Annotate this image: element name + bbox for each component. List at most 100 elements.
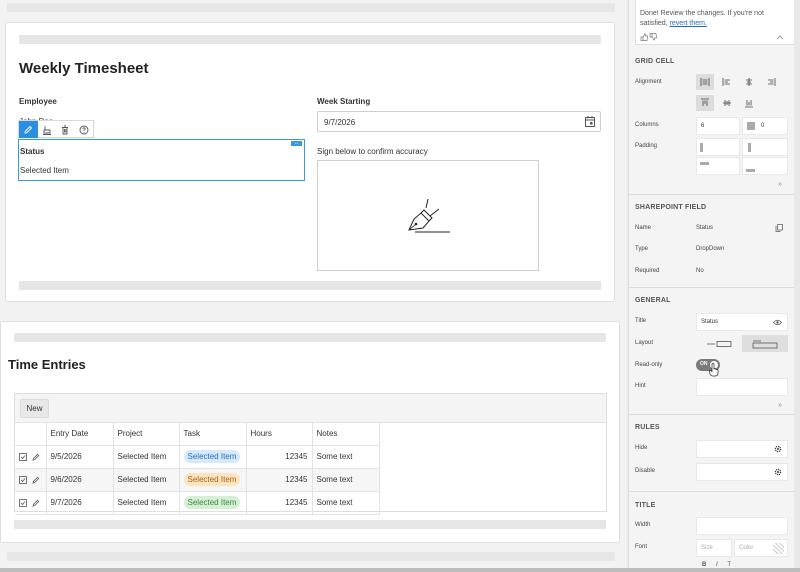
panel-scrollbar[interactable] — [794, 0, 800, 572]
chevron-down-icon[interactable]: » — [778, 181, 782, 188]
align-right-icon — [768, 78, 776, 86]
padding-right-input[interactable] — [742, 138, 788, 156]
revert-link[interactable]: revert them. — [670, 20, 707, 27]
hand-cursor-icon — [709, 363, 719, 377]
align-justify-button[interactable] — [696, 74, 714, 90]
title-width-input[interactable] — [696, 517, 788, 535]
edit-button[interactable] — [19, 121, 38, 138]
checkbox-icon[interactable] — [19, 475, 27, 484]
bottom-placeholder-bar — [7, 552, 615, 561]
hide-label: Hide — [635, 445, 648, 451]
copy-icon[interactable] — [775, 224, 783, 232]
offset-input[interactable]: 0 — [742, 117, 788, 135]
row-actions — [15, 468, 47, 492]
column-header[interactable]: Task — [179, 423, 247, 446]
feedback-icons[interactable] — [640, 33, 658, 41]
chevron-down-icon[interactable]: » — [778, 402, 782, 409]
eye-icon[interactable] — [773, 319, 782, 326]
align-left-button[interactable] — [718, 74, 736, 90]
assistant-message: Done! Review the changes. If you're not … — [635, 0, 795, 45]
padding-top-input[interactable] — [696, 157, 740, 175]
hint-input[interactable] — [696, 378, 788, 396]
padding-top-icon — [700, 162, 709, 165]
column-header[interactable]: Notes — [312, 423, 380, 446]
week-starting-value: 9/7/2026 — [324, 118, 356, 127]
row-actions — [15, 491, 47, 515]
name-label: Name — [635, 225, 652, 231]
font-color-input[interactable]: Color — [734, 539, 788, 557]
chevron-up-icon[interactable] — [776, 35, 784, 40]
align-right-button[interactable] — [762, 74, 780, 90]
columns-input[interactable]: 6 — [696, 117, 740, 135]
cell-date[interactable]: 9/6/2026 — [46, 468, 114, 492]
cell-project[interactable]: Selected Item — [113, 491, 180, 515]
gear-icon[interactable] — [774, 445, 782, 453]
rules-heading: RULES — [635, 424, 660, 431]
cell-hours[interactable]: 12345 — [246, 468, 313, 492]
checkbox-icon[interactable] — [19, 452, 27, 461]
padding-label: Padding — [635, 143, 658, 149]
alignment-label: Alignment — [635, 79, 662, 85]
type-label: Type — [635, 246, 649, 252]
grid-toolbar: New — [15, 394, 606, 423]
gear-icon[interactable] — [774, 468, 782, 476]
sharepoint-field-heading: SHAREPOINT FIELD — [635, 204, 707, 211]
delete-button[interactable] — [56, 121, 75, 138]
signature-pad[interactable] — [317, 160, 539, 271]
column-header[interactable]: Entry Date — [46, 423, 114, 446]
color-swatch[interactable] — [773, 543, 784, 554]
cell-notes[interactable]: Some text — [312, 468, 380, 492]
font-size-input[interactable]: Size — [696, 539, 732, 557]
calendar-icon[interactable] — [585, 116, 595, 127]
valign-bottom-button[interactable] — [740, 95, 758, 111]
style-button[interactable] — [38, 121, 57, 138]
valign-top-button[interactable] — [696, 95, 714, 111]
help-button[interactable] — [75, 121, 94, 138]
status-field[interactable]: Status Selected Item ↔ — [18, 139, 305, 181]
cell-date[interactable]: 9/7/2026 — [46, 491, 114, 515]
task-pill: Selected Item — [183, 473, 241, 486]
padding-bottom-input[interactable] — [742, 157, 788, 175]
required-value: No — [696, 268, 704, 274]
offset-icon — [747, 122, 755, 130]
padding-left-input[interactable] — [696, 138, 740, 156]
cell-task[interactable]: Selected Item — [179, 491, 247, 515]
required-label: Required — [635, 268, 660, 274]
time-entries-grid: New Entry Date Project Task Hours Notes — [14, 393, 607, 515]
edit-row-icon[interactable] — [32, 453, 40, 461]
new-entry-button[interactable]: New — [20, 399, 49, 418]
column-header[interactable]: Hours — [246, 423, 313, 446]
entries-footer-bar — [14, 520, 606, 529]
resize-handle-icon[interactable]: ↔ — [291, 141, 302, 146]
edit-row-icon[interactable] — [32, 499, 40, 507]
title-value: Status — [701, 319, 719, 325]
cell-task[interactable]: Selected Item — [179, 468, 247, 492]
disable-rule-input[interactable] — [696, 463, 788, 481]
checkbox-icon[interactable] — [19, 498, 27, 507]
week-starting-input[interactable]: 9/7/2026 — [317, 111, 601, 132]
week-starting-label: Week Starting — [317, 97, 371, 106]
cell-task[interactable]: Selected Item — [179, 445, 247, 469]
layout-stacked-button[interactable] — [742, 335, 788, 352]
column-header[interactable]: Project — [113, 423, 180, 446]
hide-rule-input[interactable] — [696, 440, 788, 458]
layout-inline-button[interactable] — [696, 335, 742, 352]
cell-toolbar — [18, 120, 94, 138]
cell-date[interactable]: 9/5/2026 — [46, 445, 114, 469]
window-bottom-edge — [0, 568, 800, 572]
title-input[interactable]: Status — [696, 313, 788, 331]
status-label: Status — [20, 147, 45, 156]
font-color-placeholder: Color — [739, 545, 754, 551]
table-row: 9/5/2026 Selected Item Selected Item 123… — [15, 445, 380, 469]
divider — [629, 491, 795, 492]
cell-hours[interactable]: 12345 — [246, 491, 313, 515]
cell-project[interactable]: Selected Item — [113, 468, 180, 492]
cell-project[interactable]: Selected Item — [113, 445, 180, 469]
cell-notes[interactable]: Some text — [312, 445, 380, 469]
align-center-button[interactable] — [740, 74, 758, 90]
cell-notes[interactable]: Some text — [312, 491, 380, 515]
cell-hours[interactable]: 12345 — [246, 445, 313, 469]
form-title: Weekly Timesheet — [19, 60, 149, 77]
valign-middle-button[interactable] — [718, 95, 736, 111]
edit-row-icon[interactable] — [32, 476, 40, 484]
